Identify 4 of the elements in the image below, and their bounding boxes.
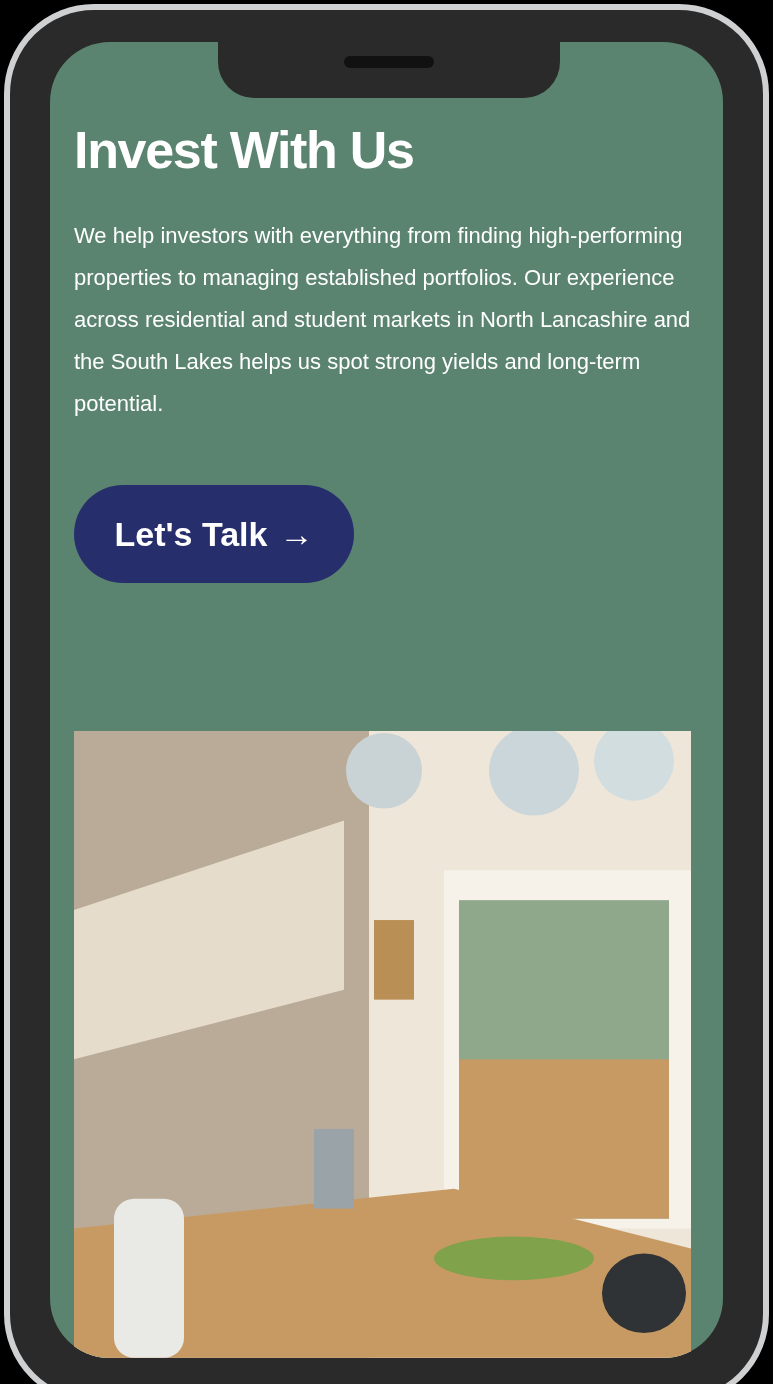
- heading: Invest With Us: [74, 122, 415, 180]
- intro-paragraph: We help investors with everything from finding high-performing properties to managing established portfolios. Our experience across residential and student markets in North Lancashire and the South Lakes helps us spot strong yields and long-term potential.: [74, 222, 692, 419]
- speaker-icon: [344, 56, 434, 68]
- lets-talk-button[interactable]: Let's Talk →: [74, 485, 354, 584]
